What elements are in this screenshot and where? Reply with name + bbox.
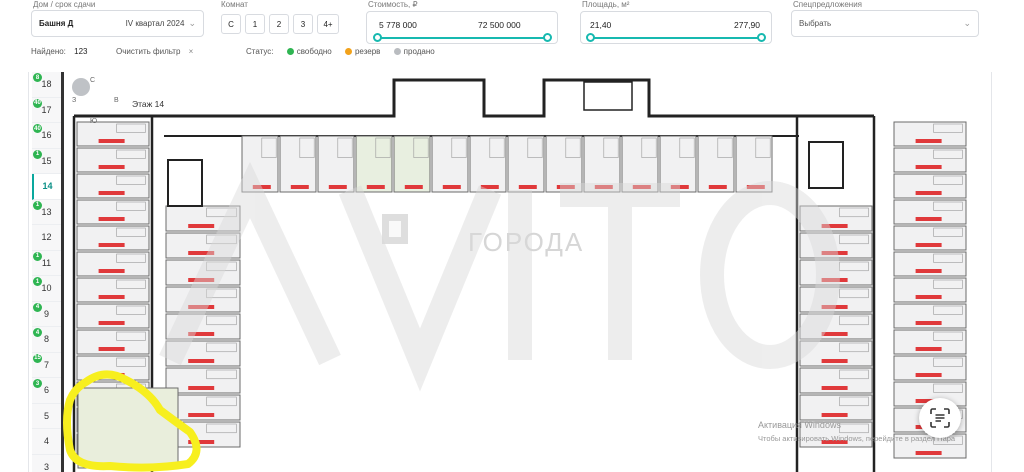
scan-button[interactable] xyxy=(919,398,961,438)
highlight-scribble xyxy=(63,370,201,472)
windows-activation-title: Активация Windows xyxy=(758,420,841,430)
scan-text-icon xyxy=(930,408,950,428)
windows-activation-hint: Чтобы активировать Windows, перейдите в … xyxy=(758,434,956,443)
yellow-highlight-outline xyxy=(63,370,201,472)
